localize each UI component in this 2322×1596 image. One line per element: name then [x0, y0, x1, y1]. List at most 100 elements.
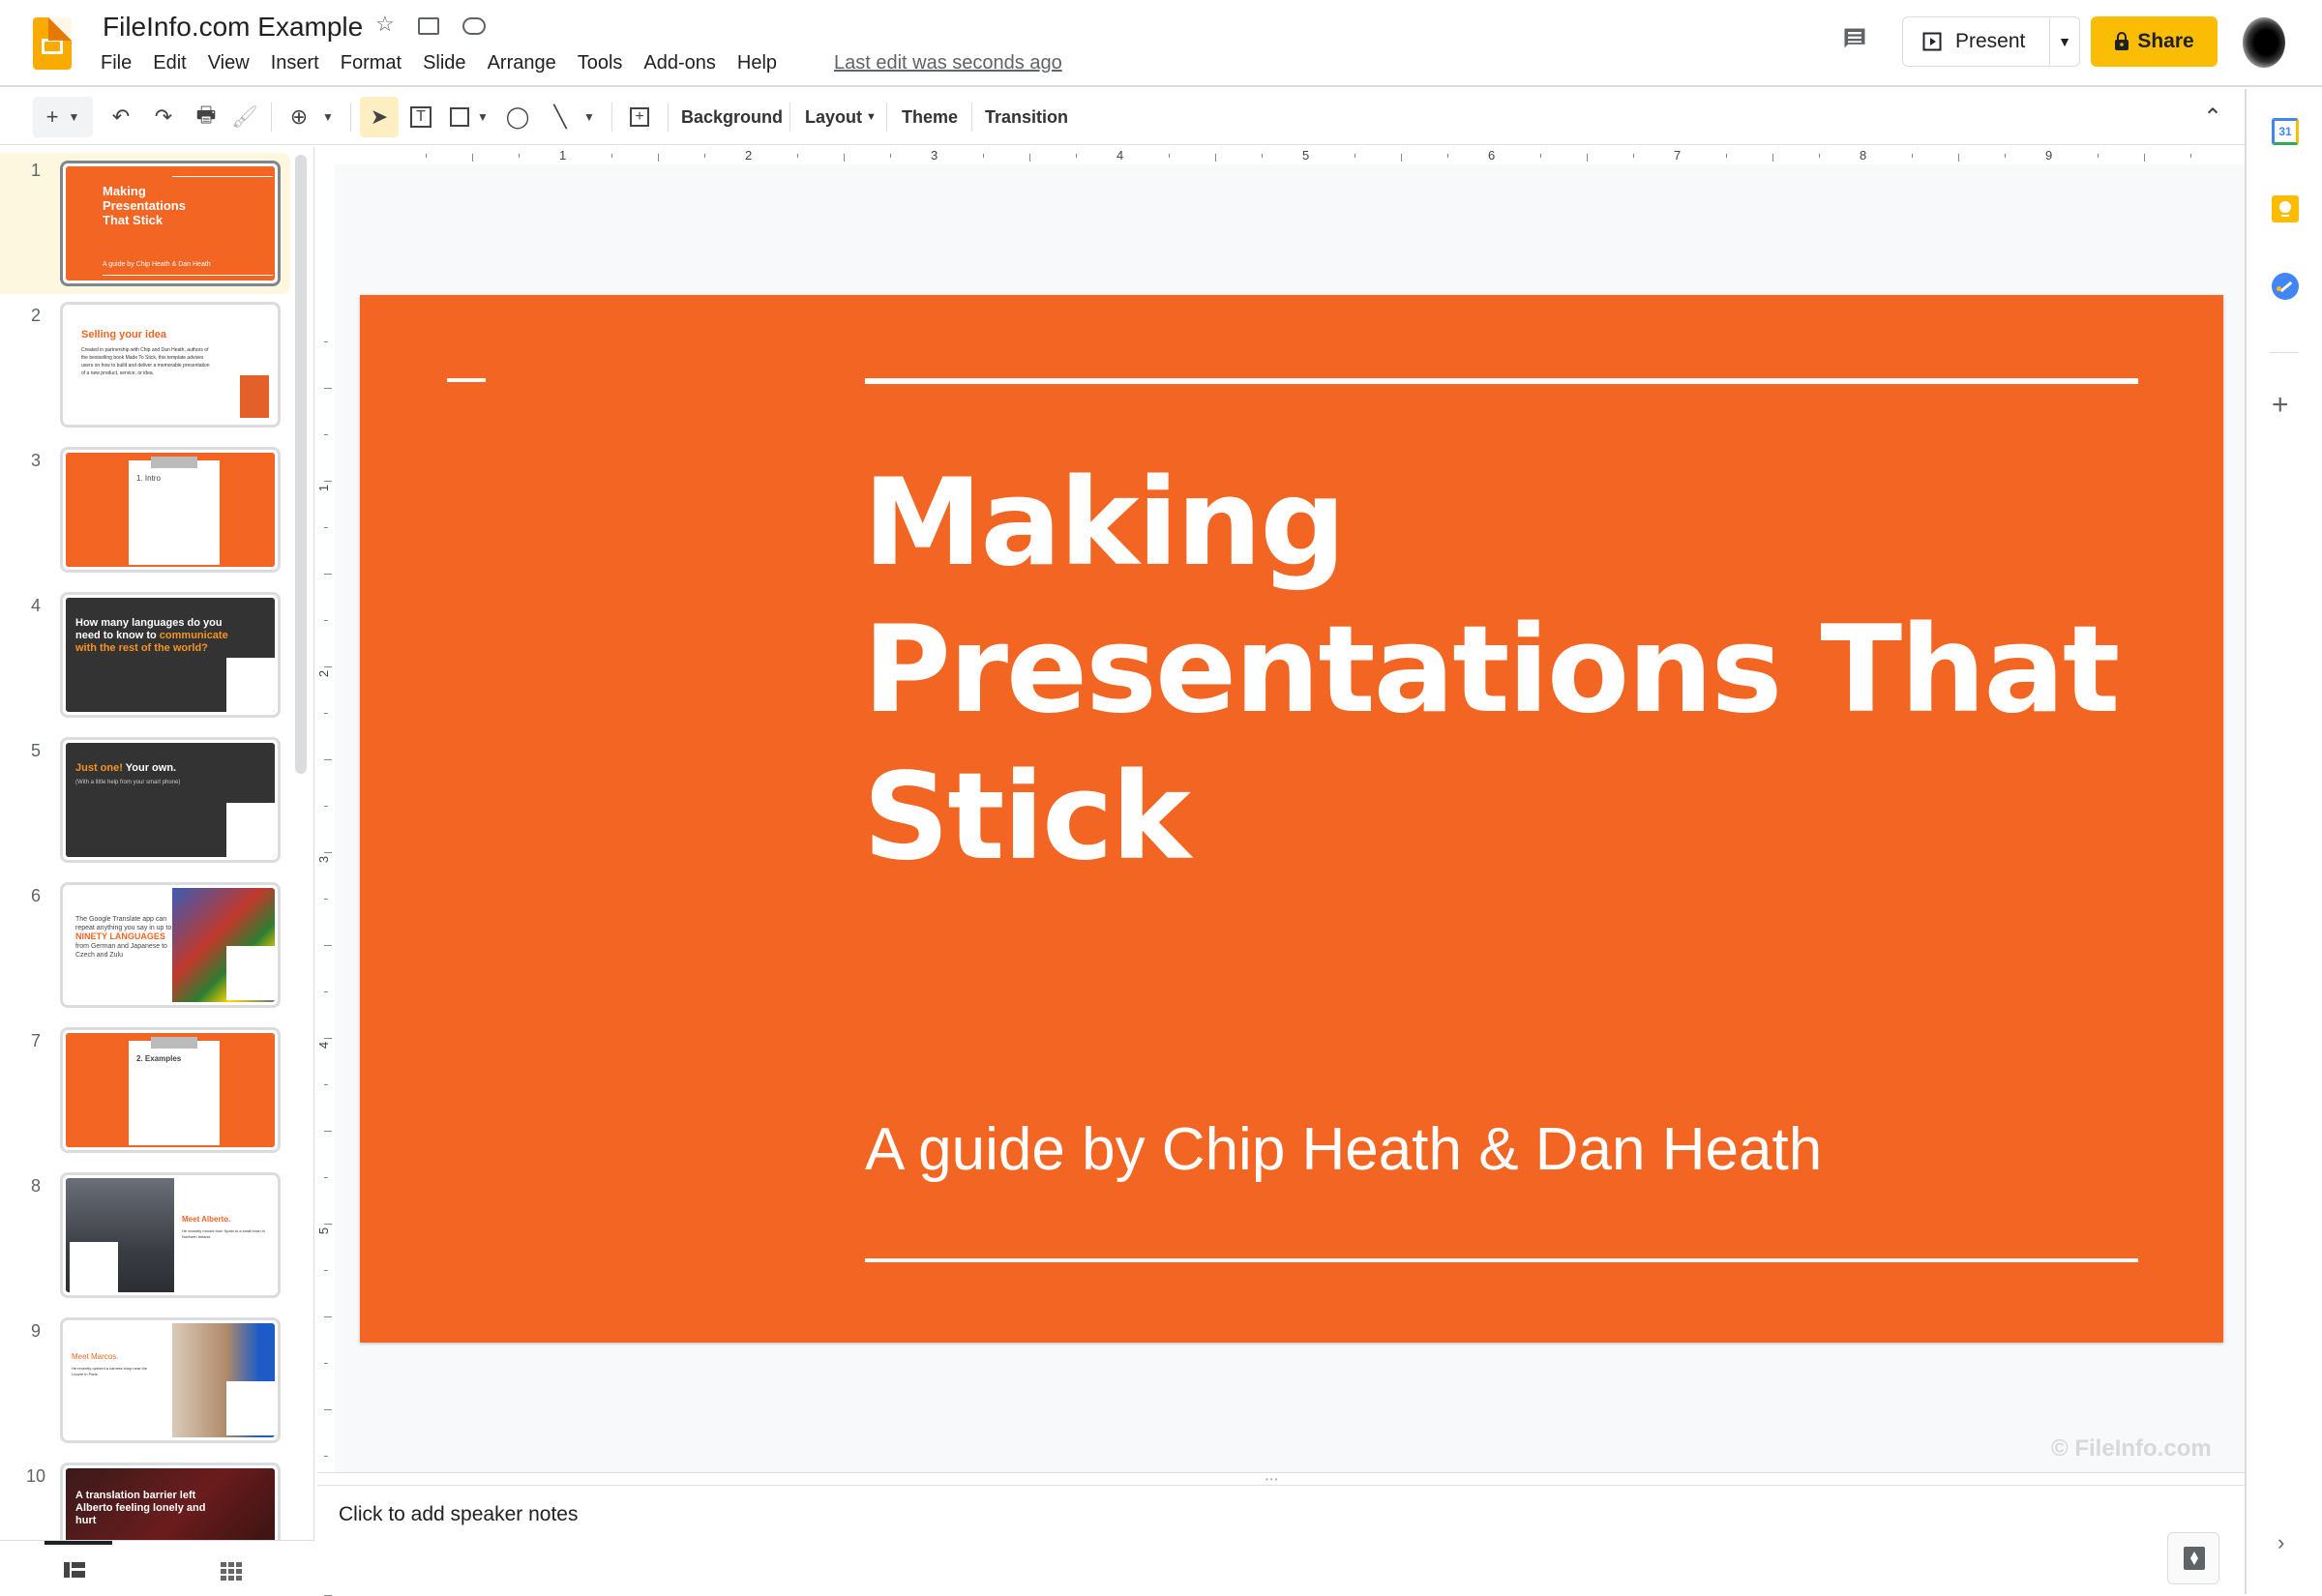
- slide-thumbnail[interactable]: Making Presentations That Stick A guide …: [60, 161, 281, 286]
- keep-icon[interactable]: [2272, 195, 2299, 222]
- slide-thumbnail[interactable]: Meet Marcos. He recently opened a camera…: [60, 1317, 281, 1443]
- menu-addons[interactable]: Add-ons: [643, 52, 716, 74]
- print-icon[interactable]: 🖶: [190, 97, 223, 137]
- slide-thumbnail[interactable]: Selling your idea Created in partnership…: [60, 302, 281, 428]
- menu-arrange[interactable]: Arrange: [488, 52, 556, 74]
- toolbar: + ▼ ↶ ↷ 🖶 🖌 ⊕ ▼ ➤ T ▼ ◯ ╲ ▼ + Background …: [0, 89, 2245, 145]
- ruler-label: 4: [316, 1041, 332, 1049]
- transition-button[interactable]: Transition: [985, 97, 1068, 137]
- menu-help[interactable]: Help: [737, 52, 777, 74]
- active-view-indicator: [45, 1541, 112, 1545]
- ruler-label: 3: [931, 148, 938, 163]
- present-dropdown-icon[interactable]: ▼: [2050, 34, 2079, 49]
- slide-thumbnail[interactable]: The Google Translate app can repeat anyt…: [60, 882, 281, 1008]
- explore-button[interactable]: [2167, 1532, 2219, 1584]
- menu-insert[interactable]: Insert: [271, 52, 319, 74]
- filmstrip-slide-1[interactable]: 1 Making Presentations That Stick A guid…: [0, 153, 290, 294]
- text-box-icon[interactable]: T: [404, 97, 437, 137]
- slide-title[interactable]: Making Presentations That Stick: [863, 450, 2121, 891]
- calendar-icon[interactable]: 31: [2272, 118, 2299, 145]
- vertical-ruler[interactable]: 1 2 3 4 5: [316, 164, 335, 1596]
- slide-thumbnail[interactable]: Meet Alberto. He recently moved from Spa…: [60, 1172, 281, 1298]
- theme-button[interactable]: Theme: [902, 97, 958, 137]
- filmstrip-slide-5[interactable]: 5 Just one! Your own. (With a little hel…: [0, 733, 290, 869]
- background-button[interactable]: Background: [681, 97, 783, 137]
- slide-thumbnail[interactable]: 1. Intro: [60, 447, 281, 573]
- filmstrip-slide-10[interactable]: 10 A translation barrier left Alberto fe…: [0, 1459, 290, 1540]
- ruler-tick: [1587, 154, 1588, 162]
- share-button[interactable]: Share: [2091, 16, 2218, 67]
- collapse-toolbar-icon[interactable]: ⌃: [2196, 97, 2229, 137]
- thumb-title: A translation barrier left Alberto feeli…: [75, 1490, 206, 1526]
- image-dropdown-icon[interactable]: ▼: [474, 97, 491, 137]
- speaker-notes[interactable]: [317, 1486, 2245, 1594]
- notes-resize-handle[interactable]: •••: [317, 1472, 2245, 1486]
- tasks-icon[interactable]: [2272, 273, 2299, 300]
- present-button[interactable]: Present: [1903, 17, 2050, 66]
- current-slide[interactable]: Making Presentations That Stick A guide …: [360, 295, 2223, 1343]
- line-icon[interactable]: ╲: [544, 97, 577, 137]
- show-side-panel-icon[interactable]: ›: [2277, 1530, 2284, 1555]
- zoom-icon[interactable]: ⊕: [283, 97, 315, 137]
- paint-format-icon[interactable]: 🖌: [230, 97, 259, 137]
- slide-thumbnail[interactable]: How many languages do you need to know t…: [60, 592, 281, 718]
- tape: [151, 1037, 197, 1049]
- document-title[interactable]: FileInfo.com Example: [103, 12, 363, 43]
- menu-edit[interactable]: Edit: [153, 52, 186, 74]
- present-label: Present: [1955, 30, 2026, 52]
- thumb-title: Making Presentations That Stick: [103, 184, 186, 227]
- filmstrip-view-icon[interactable]: [64, 1562, 85, 1578]
- slide-subtitle[interactable]: A guide by Chip Heath & Dan Heath: [865, 1115, 1822, 1184]
- filmstrip-slide-8[interactable]: 8 Meet Alberto. He recently moved from S…: [0, 1168, 290, 1304]
- select-cursor-icon[interactable]: ➤: [360, 97, 399, 137]
- comment-history-icon[interactable]: [1840, 25, 1869, 52]
- filmstrip-slide-2[interactable]: 2 Selling your idea Created in partnersh…: [0, 298, 290, 433]
- filmstrip-slide-4[interactable]: 4 How many languages do you need to know…: [0, 588, 290, 724]
- add-addon-icon[interactable]: +: [2272, 389, 2289, 422]
- account-avatar[interactable]: [2243, 17, 2285, 68]
- menu-file[interactable]: File: [101, 52, 132, 74]
- grid-view-icon[interactable]: [221, 1562, 242, 1581]
- ruler-tick: [1912, 154, 1913, 158]
- menu-view[interactable]: View: [208, 52, 250, 74]
- cloud-saved-icon[interactable]: [462, 17, 486, 35]
- menu-slide[interactable]: Slide: [423, 52, 465, 74]
- line-dropdown-icon[interactable]: ▼: [580, 97, 598, 137]
- horizontal-ruler[interactable]: 1 2 3 4 5 6 7 8 9: [360, 147, 2245, 164]
- filmstrip-slide-6[interactable]: 6 The Google Translate app can repeat an…: [0, 878, 290, 1014]
- star-icon[interactable]: ☆: [375, 12, 395, 37]
- redo-icon[interactable]: ↷: [147, 97, 180, 137]
- undo-icon[interactable]: ↶: [104, 97, 137, 137]
- filmstrip-slide-3[interactable]: 3 1. Intro: [0, 443, 290, 578]
- slides-logo-icon[interactable]: [33, 17, 72, 70]
- zoom-dropdown-icon[interactable]: ▼: [317, 97, 339, 137]
- last-edit-link[interactable]: Last edit was seconds ago: [834, 52, 1062, 74]
- layout-button[interactable]: Layout ▼: [805, 97, 877, 137]
- filmstrip-slide-7[interactable]: 7 2. Examples: [0, 1023, 290, 1159]
- menu-format[interactable]: Format: [341, 52, 402, 74]
- ruler-tick: [658, 154, 659, 162]
- menu-tools[interactable]: Tools: [578, 52, 623, 74]
- ruler-tick: [1726, 154, 1727, 158]
- image-icon[interactable]: [445, 97, 474, 137]
- watermark: © FileInfo.com: [2051, 1435, 2212, 1462]
- add-comment-icon[interactable]: +: [623, 97, 656, 137]
- ruler-tick: [324, 1456, 328, 1457]
- shape-icon[interactable]: ◯: [501, 97, 534, 137]
- ruler-tick: [1262, 154, 1263, 158]
- move-folder-icon[interactable]: [418, 17, 439, 35]
- slide-number: 9: [30, 1321, 41, 1341]
- ruler-tick: [890, 154, 891, 158]
- speaker-notes-placeholder[interactable]: Click to add speaker notes: [339, 1503, 578, 1526]
- divider: [2270, 352, 2299, 353]
- ruler-tick: [324, 1316, 332, 1317]
- slide-thumbnail[interactable]: A translation barrier left Alberto feeli…: [60, 1463, 281, 1540]
- slide-thumbnail[interactable]: Just one! Your own. (With a little help …: [60, 737, 281, 863]
- filmstrip-scrollbar[interactable]: [295, 155, 307, 774]
- slide-thumbnail[interactable]: 2. Examples: [60, 1027, 281, 1153]
- filmstrip: 1 Making Presentations That Stick A guid…: [0, 147, 314, 1540]
- ruler-tick: [324, 434, 328, 435]
- new-slide-button[interactable]: + ▼: [33, 97, 93, 137]
- filmstrip-slide-9[interactable]: 9 Meet Marcos. He recently opened a came…: [0, 1314, 290, 1449]
- layout-label: Layout: [805, 106, 863, 127]
